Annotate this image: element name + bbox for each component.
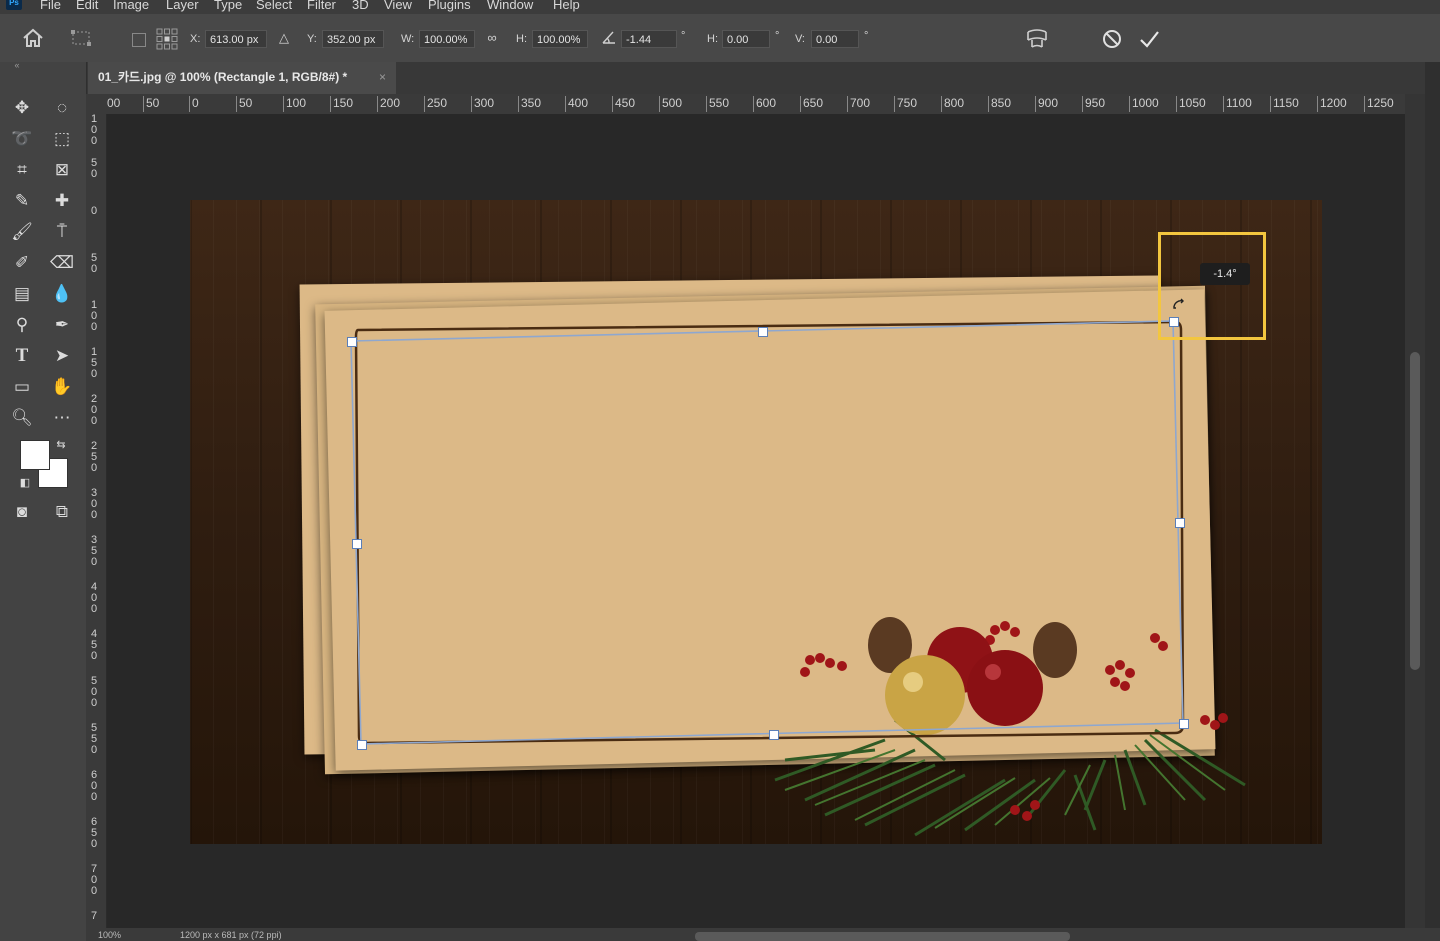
right-panel-edge xyxy=(1425,62,1440,941)
transform-handle-right[interactable] xyxy=(1175,518,1185,528)
transform-handle-top-left[interactable] xyxy=(347,337,357,347)
transform-handle-bottom-right[interactable] xyxy=(1179,719,1189,729)
highlight-annotation-box xyxy=(1158,232,1266,340)
zoom-level[interactable]: 100% xyxy=(98,930,121,940)
vertical-scrollbar-thumb[interactable] xyxy=(1410,352,1420,670)
transform-handle-bottom-left[interactable] xyxy=(357,740,367,750)
horizontal-scrollbar-thumb[interactable] xyxy=(695,932,1070,941)
transform-handle-top[interactable] xyxy=(758,327,768,337)
transform-handle-bottom[interactable] xyxy=(769,730,779,740)
document-info: 1200 px x 681 px (72 ppi) xyxy=(180,930,282,940)
transform-bounding-box[interactable] xyxy=(0,0,1440,941)
transform-handle-left[interactable] xyxy=(352,539,362,549)
vertical-scrollbar[interactable] xyxy=(1405,94,1425,928)
